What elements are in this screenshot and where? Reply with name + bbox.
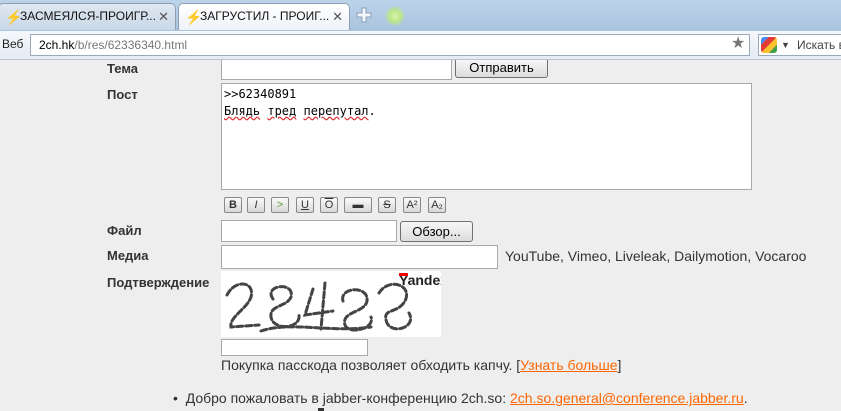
captcha-input[interactable] xyxy=(221,339,368,356)
page-content: Тема Отправить Пост >>62340891 Блядь тре… xyxy=(0,60,841,411)
lightning-icon: ⚡ xyxy=(5,9,23,25)
captcha-note: Покупка пасскода позволяет обходить капч… xyxy=(221,357,622,373)
close-icon[interactable]: ✕ xyxy=(158,4,169,29)
media-input[interactable] xyxy=(221,245,498,269)
subscript-button[interactable]: A₂ xyxy=(428,197,446,213)
search-box[interactable]: ▼ Искать в xyxy=(758,34,841,56)
spoiler-button[interactable]: ▬ xyxy=(344,197,372,213)
new-tab-icon[interactable] xyxy=(355,6,373,24)
post-line-1: >>62340891 xyxy=(224,87,297,101)
file-input[interactable] xyxy=(221,220,397,242)
theme-label: Тема xyxy=(107,61,139,76)
theme-input[interactable] xyxy=(221,60,452,80)
google-icon xyxy=(761,37,777,53)
media-label: Медиа xyxy=(107,248,149,263)
bookmark-star-icon[interactable]: ★ xyxy=(731,35,745,53)
address-bar[interactable]: 2ch.hk/b/res/62336340.html xyxy=(30,34,750,56)
tab-title: ЗАСМЕЯЛСЯ-ПРОИГР... xyxy=(20,9,156,23)
confirm-label: Подтверждение xyxy=(107,275,210,290)
sparkle-icon xyxy=(385,6,405,26)
url-path: /b/res/62336340.html xyxy=(74,38,188,52)
superscript-button[interactable]: A² xyxy=(403,197,421,213)
underline-button[interactable]: U xyxy=(296,197,314,213)
close-icon[interactable]: ✕ xyxy=(332,4,343,29)
chevron-down-icon[interactable]: ▼ xyxy=(781,35,790,55)
url-host: 2ch.hk xyxy=(39,38,75,52)
lightning-icon: ⚡ xyxy=(185,9,203,25)
post-label: Пост xyxy=(107,87,138,102)
jabber-rule: • Добро пожаловать в jabber-конференцию … xyxy=(173,390,748,406)
jabber-link[interactable]: 2ch.so.general@conference.jabber.ru xyxy=(510,390,744,406)
search-placeholder: Искать в xyxy=(797,38,841,52)
navigation-bar: Веб 2ch.hk/b/res/62336340.html ★ ▼ Искат… xyxy=(0,31,841,60)
tab-1[interactable]: ⚡ ЗАСМЕЯЛСЯ-ПРОИГР... ✕ xyxy=(0,3,176,30)
strike-button[interactable]: S xyxy=(378,197,396,213)
bold-button[interactable]: B xyxy=(224,197,242,213)
post-line-2: Блядь тред перепутал. xyxy=(224,104,376,118)
tab-2-active[interactable]: ⚡ ЗАГРУСТИЛ - ПРОИГ... ✕ xyxy=(178,3,350,30)
tab-bar: ⚡ ЗАСМЕЯЛСЯ-ПРОИГР... ✕ ⚡ ЗАГРУСТИЛ - ПР… xyxy=(0,0,841,32)
quote-button[interactable]: > xyxy=(271,197,289,213)
bullet-icon: • xyxy=(173,390,178,406)
learn-more-link[interactable]: Узнать больше xyxy=(520,357,617,373)
tab-title: ЗАГРУСТИЛ - ПРОИГ... xyxy=(200,9,330,23)
italic-button[interactable]: I xyxy=(247,197,265,213)
overline-button[interactable]: O xyxy=(320,197,338,213)
captcha-image: Yandex xyxy=(221,271,448,337)
post-textarea[interactable]: >>62340891 Блядь тред перепутал. xyxy=(221,83,752,190)
file-label: Файл xyxy=(107,223,142,238)
web-label: Веб xyxy=(2,37,24,51)
send-button[interactable]: Отправить xyxy=(455,60,548,78)
media-hint: YouTube, Vimeo, Liveleak, Dailymotion, V… xyxy=(505,248,807,264)
browse-button[interactable]: Обзор... xyxy=(400,221,473,242)
